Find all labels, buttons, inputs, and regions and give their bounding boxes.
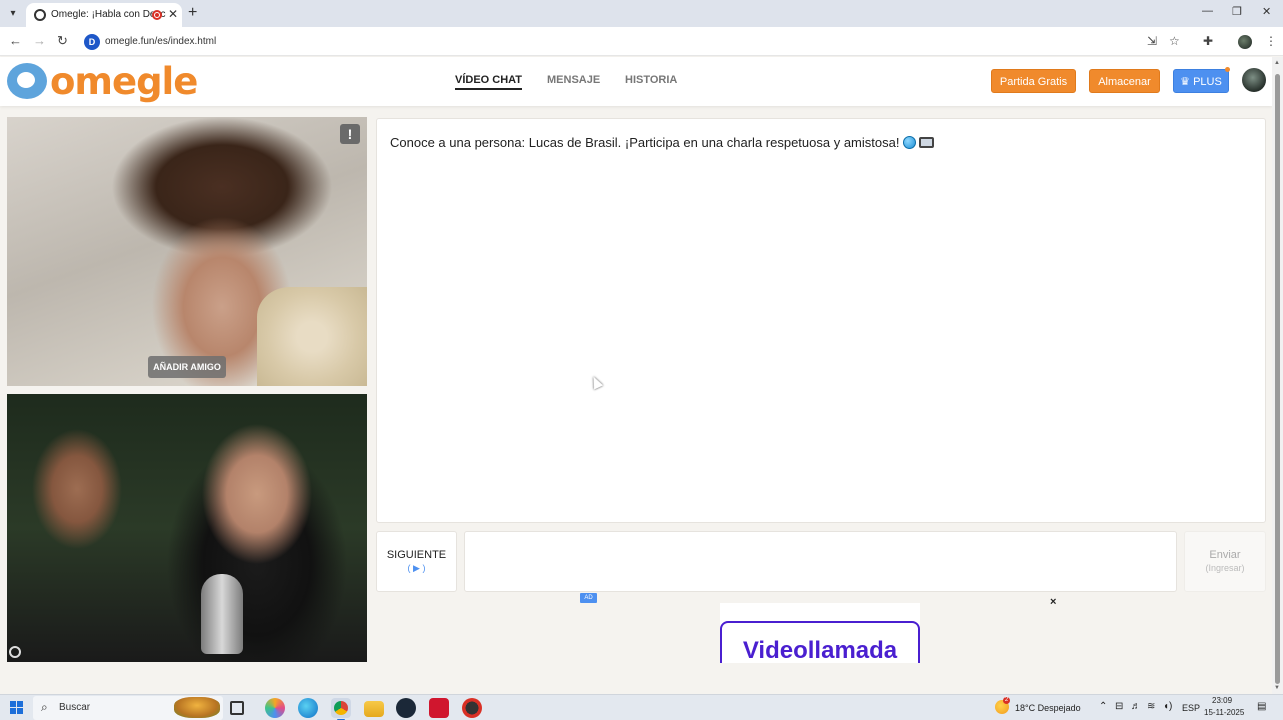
close-window-button[interactable]: ✕: [1262, 5, 1271, 18]
microphone-image: [201, 574, 243, 654]
ad-banner[interactable]: Videollamada: [720, 603, 920, 663]
scrollbar-thumb[interactable]: [1275, 74, 1280, 684]
browser-toolbar: ← → ↻ D omegle.fun/es/index.html ⇲ ☆ ✚ ⋮: [0, 27, 1283, 56]
scroll-down-icon[interactable]: ▼: [1274, 685, 1280, 691]
obs-icon[interactable]: [462, 698, 482, 718]
nav-message[interactable]: MENSAJE: [547, 74, 600, 86]
camera-switch-icon[interactable]: [9, 646, 21, 658]
chevron-up-icon[interactable]: ⌃: [1099, 701, 1107, 712]
ad-close-button[interactable]: ×: [1050, 596, 1056, 608]
ad-text: Videollamada: [742, 637, 898, 663]
plus-button[interactable]: ♛ PLUS: [1173, 69, 1229, 93]
tab-favicon-icon: [34, 9, 46, 21]
clock-date[interactable]: 15-11-2025: [1204, 708, 1244, 717]
edge-icon[interactable]: [298, 698, 318, 718]
tab-close-button[interactable]: ✕: [168, 7, 178, 21]
chrome-icon[interactable]: [331, 698, 351, 720]
forward-icon[interactable]: →: [33, 33, 46, 49]
nav-history[interactable]: HISTORIA: [625, 74, 677, 86]
back-icon[interactable]: ←: [9, 33, 22, 49]
weather-text[interactable]: 18°C Despejado: [1015, 703, 1081, 713]
notification-icon[interactable]: ▤: [1257, 701, 1266, 712]
add-friend-button[interactable]: AÑADIR AMIGO: [148, 356, 226, 378]
video-background: [257, 287, 367, 386]
logo-mark-icon: [7, 63, 47, 99]
search-highlight-image[interactable]: [174, 697, 220, 718]
steam-icon[interactable]: [396, 698, 416, 718]
next-label: SIGUIENTE: [386, 549, 447, 561]
extensions-icon[interactable]: ✚: [1203, 34, 1213, 48]
wifi-icon[interactable]: ≋: [1147, 701, 1155, 712]
taskbar: ⌕ Buscar 2 18°C Despejado ⌃ ⊟ ♬ ≋ ◖) ESP…: [0, 694, 1283, 720]
search-label: Buscar: [59, 702, 91, 713]
avatar[interactable]: [1242, 68, 1266, 92]
scroll-up-icon[interactable]: ▲: [1274, 60, 1280, 66]
star-icon[interactable]: ☆: [1169, 34, 1180, 48]
crown-icon: ♛: [1180, 76, 1194, 88]
tv-emoji-icon: [919, 137, 935, 148]
site-header: omegle VÍDEO CHAT MENSAJE HISTORIA Parti…: [0, 57, 1272, 106]
windows-start-icon[interactable]: [10, 701, 23, 714]
next-button[interactable]: SIGUIENTE ( ▶ ): [376, 531, 457, 592]
send-label: Enviar: [1209, 549, 1241, 561]
profile-icon[interactable]: [1238, 35, 1252, 49]
report-button[interactable]: !: [340, 124, 360, 144]
weather-badge: 2: [1003, 697, 1010, 704]
copilot-icon[interactable]: [265, 698, 285, 718]
new-tab-button[interactable]: +: [188, 4, 197, 22]
message-input[interactable]: [464, 531, 1177, 592]
install-icon[interactable]: ⇲: [1147, 34, 1157, 48]
network-icon[interactable]: ⊟: [1115, 701, 1123, 712]
volume-icon[interactable]: ◖): [1163, 701, 1172, 712]
send-hint: (Ingresar): [1205, 563, 1245, 573]
browser-tab-strip: ▾ Omegle: ¡Habla con Desco ✕ + — ❐ ✕: [0, 0, 1283, 27]
language-indicator[interactable]: ESP: [1182, 703, 1200, 713]
maximize-button[interactable]: ❐: [1232, 5, 1242, 18]
ad-badge: AD: [580, 593, 597, 603]
nav-video-chat[interactable]: VÍDEO CHAT: [455, 74, 523, 90]
free-match-button[interactable]: Partida Gratis: [991, 69, 1076, 93]
address-bar[interactable]: omegle.fun/es/index.html: [105, 36, 216, 47]
tab-title: Omegle: ¡Habla con Desco: [51, 9, 166, 20]
stranger-video: [7, 117, 367, 386]
plus-label: PLUS: [1193, 76, 1222, 88]
task-view-icon[interactable]: [230, 701, 244, 715]
file-explorer-icon[interactable]: [364, 701, 384, 717]
store-button[interactable]: Almacenar: [1089, 69, 1160, 93]
site-info-icon[interactable]: D: [84, 34, 100, 50]
clock-time[interactable]: 23:09: [1212, 696, 1232, 705]
minimize-button[interactable]: —: [1202, 5, 1213, 17]
chrome-logo-icon: [334, 701, 348, 715]
menu-icon[interactable]: ⋮: [1265, 34, 1277, 48]
browser-tab[interactable]: Omegle: ¡Habla con Desco ✕: [26, 3, 182, 27]
system-message: Conoce a una persona: Lucas de Brasil. ¡…: [390, 135, 935, 150]
microphone-icon[interactable]: ♬: [1131, 701, 1141, 712]
opera-icon[interactable]: [429, 698, 449, 718]
tab-list-icon[interactable]: ▾: [4, 5, 22, 23]
recording-indicator-icon: [152, 10, 162, 20]
self-video: [7, 394, 367, 662]
send-button[interactable]: Enviar (Ingresar): [1184, 531, 1266, 592]
next-hint: ( ▶ ): [407, 563, 426, 573]
logo-text: omegle: [50, 60, 198, 103]
system-message-text: Conoce a una persona: Lucas de Brasil. ¡…: [390, 135, 900, 150]
notification-dot: [1225, 67, 1230, 72]
chat-log: Conoce a una persona: Lucas de Brasil. ¡…: [376, 118, 1266, 523]
reload-icon[interactable]: ↻: [57, 33, 68, 49]
search-icon: ⌕: [41, 700, 48, 714]
globe-emoji-icon: [903, 136, 917, 149]
